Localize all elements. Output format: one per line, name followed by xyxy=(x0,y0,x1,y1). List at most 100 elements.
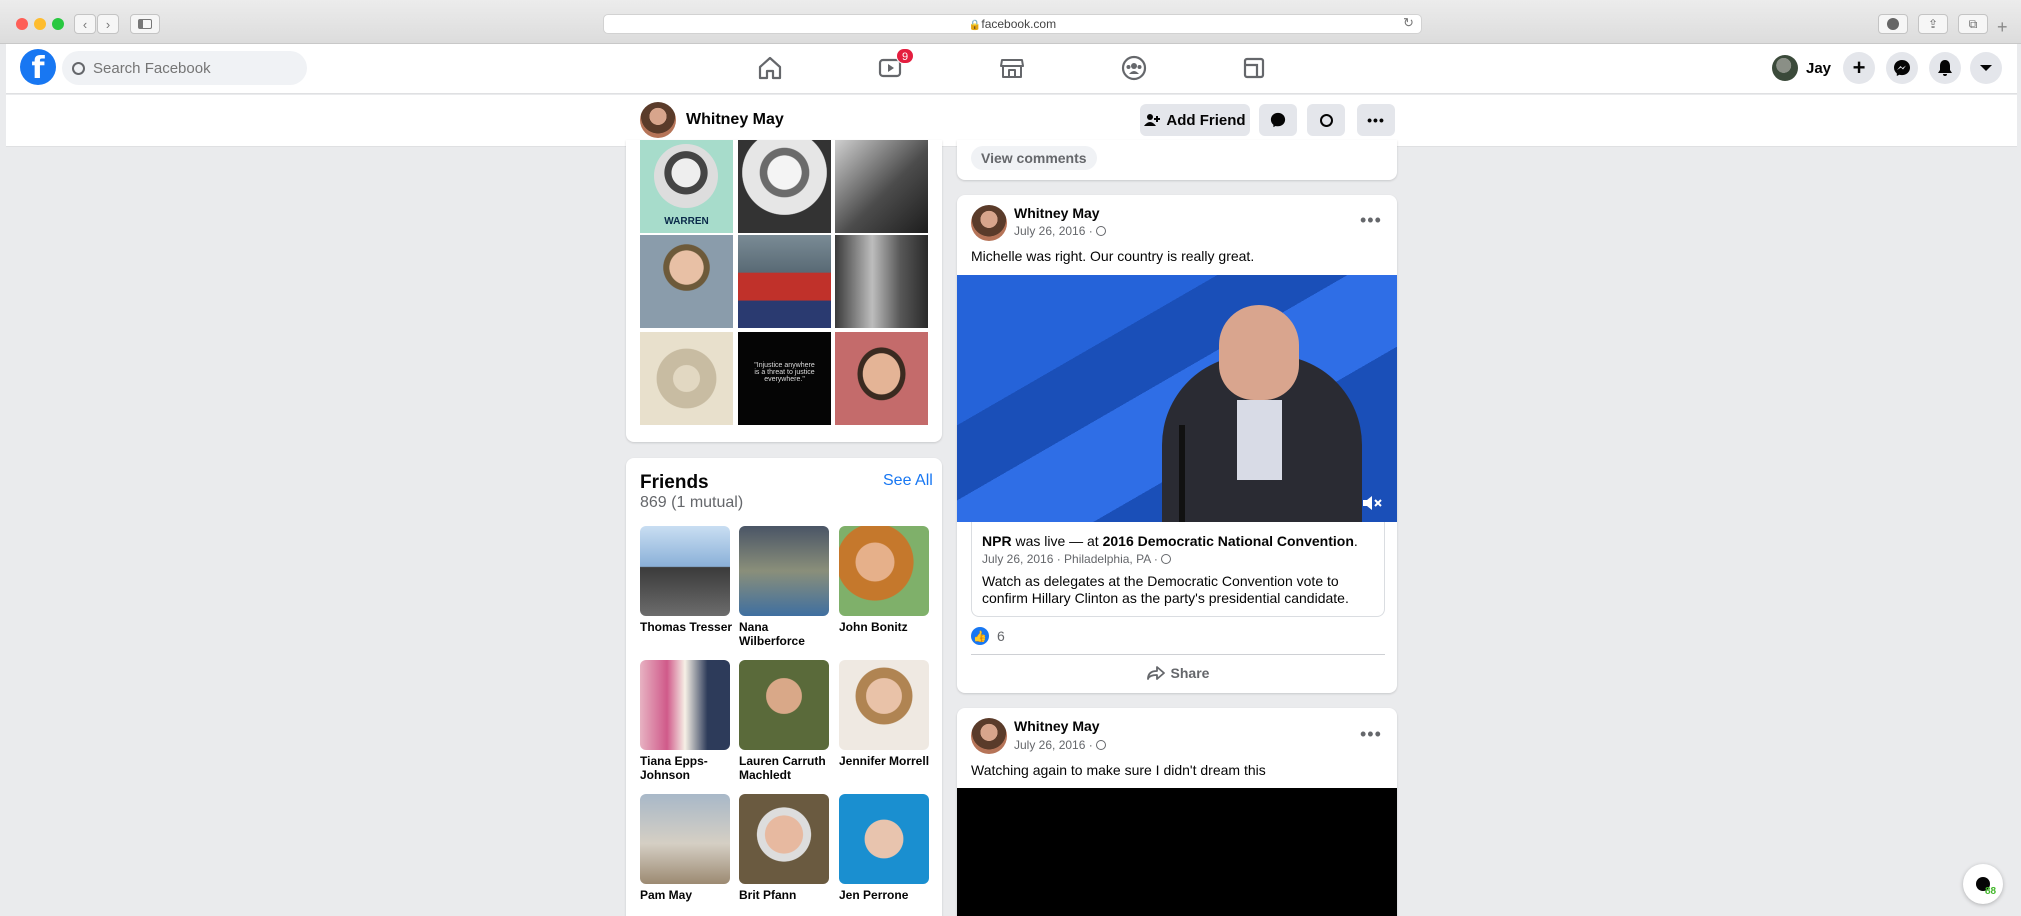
photo-thumbnail[interactable] xyxy=(738,140,831,233)
messenger-icon xyxy=(1894,60,1910,76)
add-friend-icon xyxy=(1144,114,1161,126)
facebook-logo-icon[interactable]: f xyxy=(20,49,56,86)
photo-thumbnail[interactable]: WARREN xyxy=(640,140,733,233)
sidebar-icon xyxy=(138,19,152,29)
video-player[interactable] xyxy=(957,788,1397,916)
photo-thumbnail[interactable] xyxy=(640,332,733,425)
shared-description: Watch as delegates at the Democratic Con… xyxy=(982,573,1349,606)
post-options-button[interactable]: ••• xyxy=(1360,210,1382,231)
speaker-head xyxy=(1219,305,1299,400)
share-button[interactable]: Share xyxy=(971,658,1385,688)
friend-photo[interactable] xyxy=(640,660,730,750)
friend-photo[interactable] xyxy=(739,660,829,750)
address-bar[interactable]: 🔒facebook.com xyxy=(603,14,1422,34)
new-tab-button[interactable]: + xyxy=(1997,17,2008,38)
friend-photo[interactable] xyxy=(839,794,929,884)
muted-volume-icon[interactable] xyxy=(1362,495,1382,511)
photo-thumbnail[interactable]: "Injustice anywhere is a threat to justi… xyxy=(738,332,831,425)
minimize-window-button[interactable] xyxy=(34,18,46,30)
friends-title[interactable]: Friends xyxy=(640,472,709,494)
groups-nav-button[interactable] xyxy=(1119,54,1149,82)
caret-down-icon xyxy=(1980,65,1992,71)
close-window-button[interactable] xyxy=(16,18,28,30)
downloads-button[interactable] xyxy=(1878,14,1908,34)
search-input[interactable] xyxy=(93,59,293,77)
post-options-button[interactable]: ••• xyxy=(1360,724,1382,745)
friend-name[interactable]: Pam May xyxy=(640,888,735,902)
friend-photo[interactable] xyxy=(839,526,929,616)
post-author-avatar[interactable] xyxy=(971,205,1007,241)
post-date[interactable]: July 26, 2016 · xyxy=(1014,224,1107,238)
share-browser-button[interactable]: ⇪ xyxy=(1918,14,1948,34)
friend-name[interactable]: Tiana Epps-Johnson xyxy=(640,754,735,782)
globe-icon xyxy=(1161,554,1172,564)
profile-shortcut[interactable]: Jay xyxy=(1772,52,1831,84)
account-menu-button[interactable] xyxy=(1970,52,2002,84)
photo-thumbnail[interactable] xyxy=(835,140,928,233)
post-author-avatar[interactable] xyxy=(971,718,1007,754)
friend-photo[interactable] xyxy=(739,794,829,884)
friend-name[interactable]: Jen Perrone xyxy=(839,888,934,902)
photo-thumbnail[interactable] xyxy=(835,332,928,425)
search-icon xyxy=(72,61,85,75)
url-text: facebook.com xyxy=(981,17,1057,31)
sidebar-toggle-button[interactable] xyxy=(130,14,160,34)
add-friend-button[interactable]: Add Friend xyxy=(1140,104,1250,136)
photo-thumbnail[interactable] xyxy=(738,235,831,328)
friend-name[interactable]: Lauren Carruth Machledt xyxy=(739,754,834,782)
messenger-icon xyxy=(1270,112,1286,128)
view-comments-button[interactable]: View comments xyxy=(971,146,1097,170)
friend-name[interactable]: Thomas Tresser xyxy=(640,620,735,634)
friend-photo[interactable] xyxy=(839,660,929,750)
new-message-button[interactable]: 88 xyxy=(1963,864,2003,904)
search-field[interactable] xyxy=(62,51,307,85)
message-button[interactable] xyxy=(1259,104,1297,136)
more-options-button[interactable]: ••• xyxy=(1357,104,1395,136)
friend-name[interactable]: Nana Wilberforce xyxy=(739,620,834,648)
zoom-window-button[interactable] xyxy=(52,18,64,30)
back-button[interactable]: ‹ xyxy=(74,14,96,34)
photo-thumbnail[interactable] xyxy=(640,235,733,328)
groups-icon xyxy=(1121,55,1147,81)
gaming-nav-button[interactable] xyxy=(1239,54,1269,82)
friend-name[interactable]: John Bonitz xyxy=(839,620,934,634)
plus-icon: + xyxy=(1852,55,1866,80)
post-author-name[interactable]: Whitney May xyxy=(1014,718,1100,734)
marketplace-nav-button[interactable] xyxy=(997,54,1027,82)
profile-search-button[interactable] xyxy=(1307,104,1345,136)
post-date-text: July 26, 2016 · xyxy=(1014,224,1093,238)
see-all-friends-link[interactable]: See All xyxy=(883,472,933,490)
friend-name[interactable]: Brit Pfann xyxy=(739,888,834,902)
post-date[interactable]: July 26, 2016 · xyxy=(1014,738,1107,752)
live-video-player[interactable] xyxy=(957,275,1397,522)
corner-badge: 88 xyxy=(1985,886,1997,897)
friend-name[interactable]: Jennifer Morrell xyxy=(839,754,934,768)
create-button[interactable]: + xyxy=(1843,52,1875,84)
shared-period: . xyxy=(1353,533,1358,549)
shared-live-text: was live — at xyxy=(1015,533,1099,549)
share-label: Share xyxy=(1170,665,1210,681)
speaker-shirt xyxy=(1237,400,1282,480)
photo-thumbnail[interactable] xyxy=(835,235,928,328)
profile-avatar[interactable] xyxy=(640,102,676,138)
friend-photo[interactable] xyxy=(640,794,730,884)
messenger-button[interactable] xyxy=(1886,52,1918,84)
profile-name[interactable]: Whitney May xyxy=(686,111,784,129)
friend-photo[interactable] xyxy=(739,526,829,616)
shared-event[interactable]: 2016 Democratic National Convention xyxy=(1103,533,1354,549)
reload-icon[interactable]: ↻ xyxy=(1403,15,1414,31)
home-nav-button[interactable] xyxy=(755,54,785,82)
photo-quote: "Injustice anywhere is a threat to justi… xyxy=(754,362,815,383)
user-name: Jay xyxy=(1806,59,1832,77)
friend-photo[interactable] xyxy=(640,526,730,616)
notifications-button[interactable] xyxy=(1929,52,1961,84)
reactions-summary[interactable]: 👍 6 xyxy=(971,627,1005,645)
shared-org[interactable]: NPR xyxy=(982,533,1012,549)
forward-button[interactable]: › xyxy=(97,14,119,34)
tabs-overview-button[interactable]: ⧉ xyxy=(1958,14,1988,34)
post-author-name[interactable]: Whitney May xyxy=(1014,205,1100,221)
likes-count: 6 xyxy=(997,628,1005,644)
add-friend-label: Add Friend xyxy=(1166,111,1246,129)
download-icon xyxy=(1887,18,1899,30)
post-text: Watching again to make sure I didn't dre… xyxy=(971,762,1266,778)
